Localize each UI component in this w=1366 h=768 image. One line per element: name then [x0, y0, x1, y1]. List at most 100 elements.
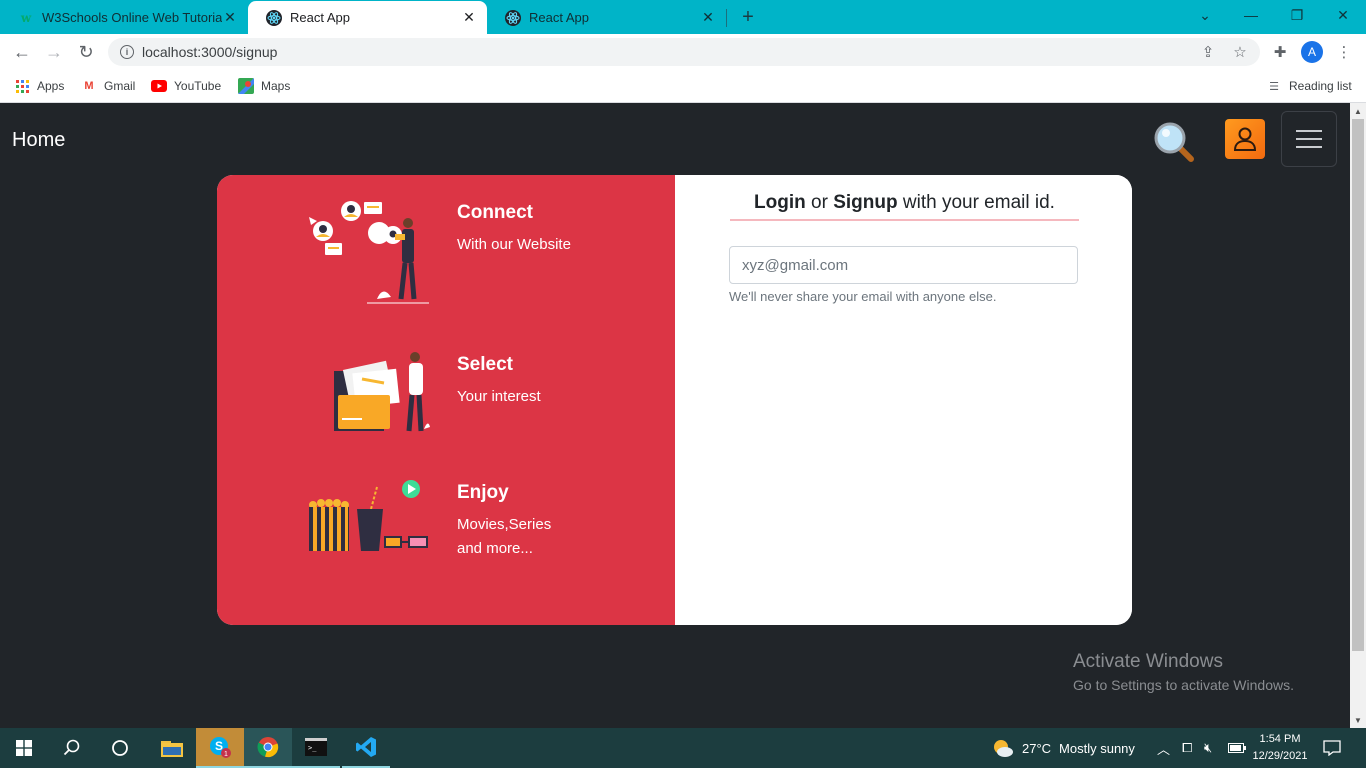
reading-list-icon: ☰ — [1269, 80, 1279, 93]
reading-list[interactable]: ☰ Reading list — [1266, 76, 1352, 96]
hamburger-icon[interactable] — [1281, 111, 1337, 167]
bookmark-label: Maps — [261, 79, 291, 93]
bookmark-star-icon[interactable]: ☆ — [1226, 38, 1254, 66]
clock-date: 12/29/2021 — [1252, 750, 1308, 762]
windows-start-icon[interactable] — [0, 728, 48, 768]
weather-sun-icon — [994, 740, 1013, 757]
bookmark-youtube[interactable]: YouTube — [151, 76, 221, 96]
web-page: Home Connect With our Website Select You… — [0, 103, 1350, 728]
watermark-title: Activate Windows — [1073, 651, 1223, 672]
site-info-icon[interactable]: i — [120, 45, 134, 59]
heading-rest: with your email id. — [897, 192, 1055, 213]
search-icon[interactable] — [48, 728, 96, 768]
page-scrollbar[interactable]: ▲ ▼ — [1350, 103, 1366, 728]
back-arrow-icon[interactable]: ← — [8, 38, 36, 66]
email-input[interactable] — [729, 246, 1078, 284]
feature-connect: Connect With our Website — [457, 202, 571, 257]
window-close-button[interactable]: ✕ — [1320, 0, 1366, 30]
system-clock[interactable]: 1:54 PM 12/29/2021 — [1240, 731, 1320, 765]
chrome-icon[interactable] — [244, 728, 292, 768]
react-icon — [505, 9, 521, 26]
signup-word: Signup — [833, 192, 898, 213]
browser-tab-bar: w W3Schools Online Web Tutorials ✕ React… — [0, 0, 1366, 34]
tab-search-chevron-icon[interactable]: ⌄ — [1182, 0, 1228, 30]
address-bar[interactable]: i localhost:3000/signup — [108, 38, 1260, 66]
tab-separator — [726, 9, 727, 27]
weather-temp: 27°C — [1022, 740, 1052, 756]
skype-icon[interactable]: S1 — [196, 728, 244, 768]
scrollbar-thumb[interactable] — [1352, 119, 1364, 651]
folder-documents-illustration — [332, 349, 432, 440]
maps-icon — [238, 78, 254, 94]
youtube-icon — [151, 78, 167, 94]
bookmark-maps[interactable]: Maps — [238, 76, 290, 96]
weather-widget[interactable]: 27°C Mostly sunny — [992, 728, 1135, 768]
feature-select: Select Your interest — [457, 354, 541, 409]
file-explorer-icon[interactable] — [148, 728, 196, 768]
tab-w3schools[interactable]: w W3Schools Online Web Tutorials ✕ — [0, 1, 248, 34]
signup-card: Connect With our Website Select Your int… — [217, 175, 1132, 625]
new-tab-button[interactable]: + — [736, 5, 760, 29]
notifications-icon[interactable] — [1323, 728, 1341, 768]
tab-react-app[interactable]: React App ✕ — [487, 1, 726, 34]
magnifier-icon[interactable] — [1151, 119, 1197, 165]
reload-icon[interactable]: ↻ — [72, 38, 100, 66]
bookmarks-bar: Apps M Gmail YouTube Maps ☰ Reading list — [0, 70, 1366, 103]
close-icon[interactable]: ✕ — [461, 9, 477, 26]
navbar-brand-home[interactable]: Home — [12, 129, 65, 152]
scroll-down-arrow-icon[interactable]: ▼ — [1350, 712, 1366, 728]
tray-device-icon[interactable]: ⧠ — [1182, 728, 1192, 768]
browser-toolbar: ← → ↻ i localhost:3000/signup ⇪ ☆ ✚ ⋮ — [0, 34, 1366, 70]
minimize-button[interactable]: — — [1228, 0, 1274, 30]
bookmark-label: Gmail — [104, 79, 136, 93]
svg-text:>_: >_ — [308, 744, 317, 752]
scroll-up-arrow-icon[interactable]: ▲ — [1350, 103, 1366, 119]
bookmark-label: YouTube — [174, 79, 222, 93]
weather-desc: Mostly sunny — [1059, 740, 1135, 756]
chrome-menu-icon[interactable]: ⋮ — [1330, 38, 1358, 66]
email-help-text: We'll never share your email with anyone… — [729, 289, 997, 304]
feature-title: Select — [457, 354, 513, 375]
activate-windows-watermark: Activate Windows Go to Settings to activ… — [1073, 651, 1294, 693]
or-word: or — [805, 192, 834, 213]
windows-taskbar: S1 >_ 27°C Mostly sunny ︿ ⧠ 🔇︎ 1:54 PM 1… — [0, 728, 1366, 768]
tab-react-app-active[interactable]: React App ✕ — [248, 1, 487, 34]
reading-list-label: Reading list — [1289, 79, 1352, 93]
tab-title: W3Schools Online Web Tutorials — [42, 10, 222, 25]
profile-avatar[interactable]: A — [1301, 41, 1323, 63]
react-icon — [266, 9, 282, 26]
bookmark-apps[interactable]: Apps — [14, 76, 64, 96]
auth-heading: Login or Signup with your email id. — [730, 192, 1079, 221]
share-icon[interactable]: ⇪ — [1194, 38, 1222, 66]
close-icon[interactable]: ✕ — [222, 9, 238, 26]
features-panel: Connect With our Website Select Your int… — [217, 175, 675, 625]
feature-title: Connect — [457, 202, 533, 223]
extensions-puzzle-icon[interactable]: ✚ — [1266, 38, 1294, 66]
gmail-icon: M — [84, 80, 94, 92]
feature-subtitle: Your interest — [457, 388, 541, 405]
people-chat-illustration — [307, 199, 432, 310]
tray-chevron-up-icon[interactable]: ︿ — [1157, 728, 1170, 768]
forward-arrow-icon[interactable]: → — [40, 38, 68, 66]
user-icon[interactable] — [1225, 119, 1265, 159]
feature-subtitle: With our Website — [457, 236, 571, 253]
vscode-icon[interactable] — [342, 728, 390, 768]
w3schools-icon: w — [20, 10, 32, 25]
tab-title: React App — [529, 10, 589, 25]
restore-button[interactable]: ❐ — [1274, 0, 1320, 30]
clock-time: 1:54 PM — [1259, 733, 1301, 745]
watermark-subtitle: Go to Settings to activate Windows. — [1073, 677, 1294, 693]
auth-panel: Login or Signup with your email id. We'l… — [675, 175, 1132, 625]
tab-title: React App — [290, 10, 350, 25]
popcorn-movie-illustration — [307, 479, 432, 558]
bookmark-gmail[interactable]: M Gmail — [81, 76, 135, 96]
cortana-icon[interactable] — [96, 728, 144, 768]
volume-muted-icon[interactable]: 🔇︎ — [1204, 728, 1212, 768]
terminal-icon[interactable]: >_ — [292, 728, 340, 768]
url-text: localhost:3000/signup — [142, 44, 278, 60]
skype-badge: 1 — [224, 751, 228, 758]
feature-title: Enjoy — [457, 482, 509, 503]
feature-subtitle-line2: and more... — [457, 540, 533, 557]
login-word: Login — [754, 192, 806, 213]
close-icon[interactable]: ✕ — [700, 9, 716, 26]
